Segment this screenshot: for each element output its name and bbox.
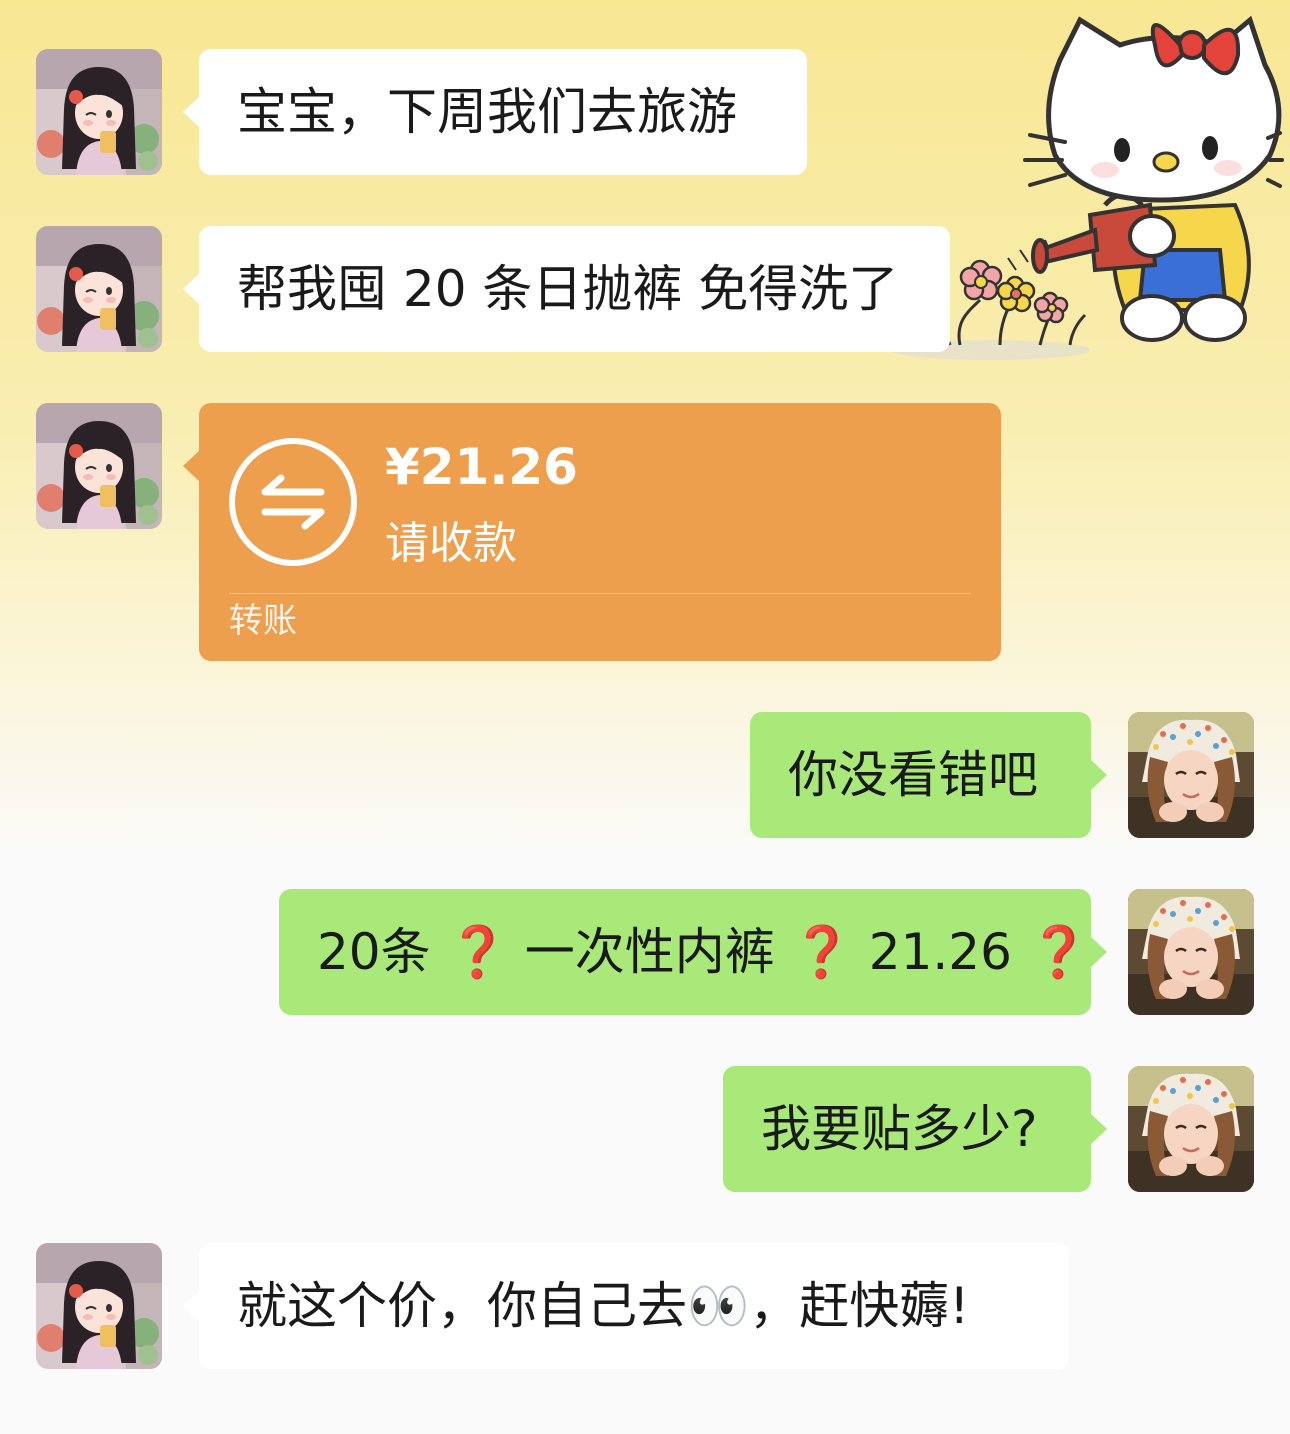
message-bubble[interactable]: 宝宝，下周我们去旅游 (183, 49, 807, 175)
avatar[interactable] (1128, 1066, 1254, 1192)
message-bubble[interactable]: 就这个价，你自己去👀，赶快薅! (183, 1243, 1069, 1369)
avatar[interactable] (36, 226, 162, 352)
eyes-emoji-icon: 👀 (687, 1277, 750, 1335)
message-text: 21.26 (868, 923, 1012, 981)
question-mark-icon: ❓ (1027, 923, 1091, 981)
transfer-divider (229, 593, 971, 594)
transfer-label: 转账 (229, 601, 297, 641)
message-bubble[interactable]: 20条 ❓ 一次性内裤 ❓ 21.26 ❓ (279, 889, 1107, 1015)
transfer-amount: ¥21.26 (385, 438, 578, 496)
message-bubble[interactable]: 帮我囤 20 条日抛裤 免得洗了 (183, 226, 950, 352)
message-text: 一次性内裤 (524, 923, 775, 981)
avatar[interactable] (1128, 712, 1254, 838)
question-mark-icon: ❓ (790, 923, 853, 981)
message-text: ，赶快薅! (749, 1277, 970, 1335)
message-text: 20条 (317, 923, 431, 981)
transfer-card[interactable]: ¥21.26 请收款 转账 (183, 403, 1001, 661)
avatar[interactable] (36, 49, 162, 175)
question-mark-icon: ❓ (446, 923, 509, 981)
transfer-status: 请收款 (385, 518, 517, 569)
message-text: 就这个价，你自己去 (237, 1277, 687, 1335)
avatar[interactable] (36, 1243, 162, 1369)
transfer-arrows-icon (229, 438, 357, 566)
avatar[interactable] (36, 403, 162, 529)
message-bubble[interactable]: 我要贴多少? (723, 1066, 1107, 1192)
message-bubble[interactable]: 你没看错吧 (750, 712, 1107, 838)
avatar[interactable] (1128, 889, 1254, 1015)
hello-kitty-sticker (890, 0, 1290, 370)
